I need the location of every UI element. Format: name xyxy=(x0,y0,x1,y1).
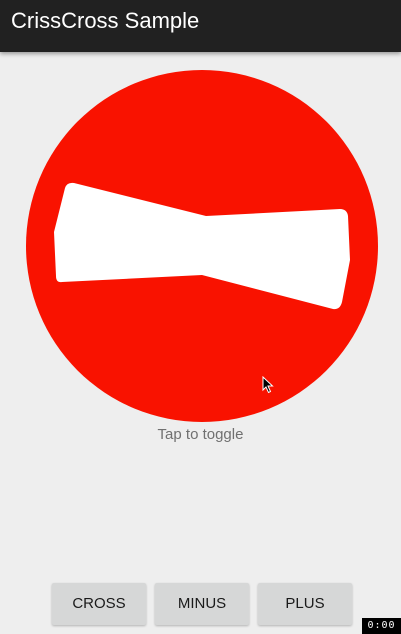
plus-button[interactable]: PLUS xyxy=(258,583,352,625)
tap-to-toggle-label: Tap to toggle xyxy=(157,426,244,443)
recording-timer: 0:00 xyxy=(362,618,401,634)
minus-button[interactable]: MINUS xyxy=(155,583,249,625)
app-bar: CrissCross Sample xyxy=(0,0,401,52)
crisscross-toggle-view[interactable] xyxy=(26,70,378,422)
app-title: CrissCross Sample xyxy=(11,8,200,33)
cross-button[interactable]: CROSS xyxy=(52,583,146,625)
mouse-pointer-icon xyxy=(262,376,274,394)
